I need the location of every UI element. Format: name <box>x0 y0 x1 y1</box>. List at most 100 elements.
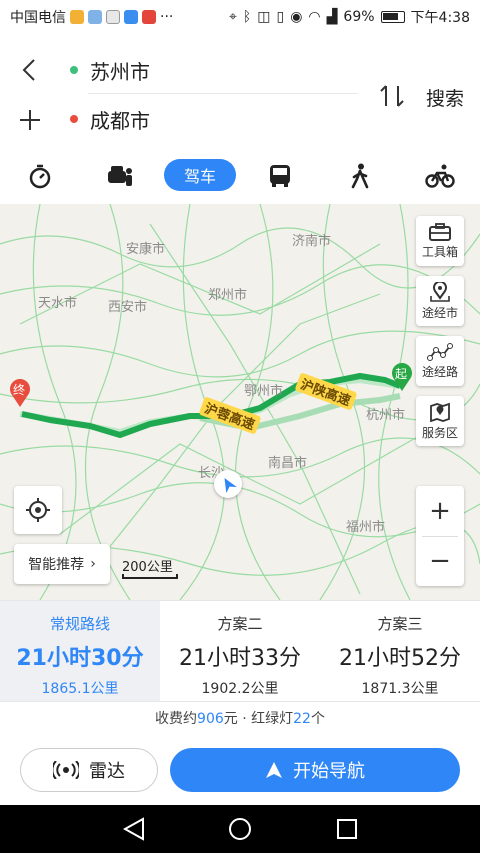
traffic-light-count: 22 <box>293 711 311 727</box>
search-button[interactable]: 搜索 <box>426 84 464 111</box>
service-area-button[interactable]: 服务区 <box>416 396 464 446</box>
bluetooth-icon: ᛒ <box>242 9 252 25</box>
battery-icon <box>380 11 405 23</box>
start-navigation-button[interactable]: 开始导航 <box>170 748 460 792</box>
city-label: 西安市 <box>108 300 148 315</box>
notification-icon <box>142 10 156 24</box>
mode-recommend[interactable] <box>20 160 60 192</box>
city-label: 济南市 <box>292 234 332 249</box>
route-option-1[interactable]: 常规路线 21小时30分 1865.1公里 <box>0 601 160 701</box>
via-road-label: 途经路 <box>421 364 458 379</box>
back-icon[interactable] <box>122 817 144 841</box>
system-navigation-bar <box>0 805 480 853</box>
status-bar: 中国电信 ··· ⌖ ᛒ ◫ ▯ ◉ ◠ ▟ 69% 下午4:38 <box>0 0 480 34</box>
smart-recommend-button[interactable]: 智能推荐 › <box>14 544 110 584</box>
route-option-3[interactable]: 方案三 21小时52分 1871.3公里 <box>320 601 480 701</box>
zoom-out-button[interactable]: − <box>416 536 464 586</box>
city-label: 鄂州市 <box>244 384 284 399</box>
scale-bar <box>122 574 178 579</box>
nfc-icon: ◫ <box>257 9 271 25</box>
city-label: 南昌市 <box>268 456 308 471</box>
eye-icon: ◉ <box>290 9 303 25</box>
stopwatch-icon <box>29 164 51 189</box>
city-label: 杭州市 <box>366 408 406 423</box>
destination-text: 成都市 <box>90 108 150 133</box>
route-distance: 1871.3公里 <box>361 681 439 697</box>
via-road-button[interactable]: 途经路 <box>416 336 464 386</box>
swap-icon <box>380 85 404 107</box>
chevron-right-icon: › <box>90 556 96 572</box>
scale-label: 200公里 <box>122 560 173 575</box>
chevron-left-icon <box>22 59 35 81</box>
destination-dot-icon <box>70 115 78 123</box>
back-button[interactable] <box>18 56 42 84</box>
start-marker-label: 起 <box>395 367 408 381</box>
more-icon: ··· <box>160 9 174 25</box>
clock: 下午4:38 <box>410 10 470 26</box>
via-city-label: 途经市 <box>421 305 458 320</box>
current-location-icon <box>214 470 242 498</box>
home-icon[interactable] <box>229 818 251 840</box>
origin-dot-icon <box>70 66 78 74</box>
signal-icon: ▟ <box>326 9 338 25</box>
notification-icon <box>88 10 102 24</box>
radar-button[interactable]: 雷达 <box>20 748 158 792</box>
mode-walk[interactable] <box>340 160 380 192</box>
radar-icon <box>53 761 79 779</box>
map-pin-icon <box>430 281 450 302</box>
mode-drive[interactable]: 驾车 <box>164 159 236 191</box>
toll-info: 收费约906元 · 红绿灯22个 <box>0 708 480 728</box>
mode-bus[interactable] <box>260 160 300 192</box>
bus-icon <box>270 165 290 187</box>
route-option-2[interactable]: 方案二 21小时33分 1902.2公里 <box>160 601 320 701</box>
toolbox-icon <box>429 222 451 241</box>
map-icon <box>430 402 450 422</box>
wifi-icon: ◠ <box>308 9 321 25</box>
city-label: 郑州市 <box>208 288 248 303</box>
route-time: 21小时30分 <box>16 646 144 671</box>
start-marker[interactable]: 起 <box>390 362 414 392</box>
locate-icon <box>26 498 50 522</box>
route-nodes-icon <box>427 342 453 361</box>
walk-icon <box>351 163 369 189</box>
locate-button[interactable] <box>14 486 62 534</box>
smart-recommend-label: 智能推荐 <box>28 557 85 573</box>
notification-icon <box>70 10 84 24</box>
zoom-control: + − <box>416 486 464 586</box>
route-name: 常规路线 <box>49 615 110 633</box>
toolbox-button[interactable]: 工具箱 <box>416 216 464 266</box>
divider <box>88 93 358 94</box>
navigation-arrow-icon <box>266 762 282 778</box>
plus-icon <box>20 110 40 130</box>
fee-amount: 906 <box>197 711 224 727</box>
divider <box>422 536 458 537</box>
toolbox-label: 工具箱 <box>421 244 458 259</box>
fee-suffix: 个 <box>310 711 325 727</box>
city-label: 天水市 <box>38 296 78 311</box>
end-marker-label: 终 <box>13 383 26 397</box>
taxi-icon <box>108 166 132 186</box>
origin-field[interactable]: 苏州市 <box>70 52 150 88</box>
map-canvas <box>0 204 480 600</box>
swap-button[interactable] <box>378 82 406 110</box>
location-icon: ⌖ <box>228 9 237 25</box>
route-search-panel: 苏州市 成都市 搜索 <box>0 34 480 150</box>
notification-icon <box>124 10 138 24</box>
city-label: 福州市 <box>346 520 386 535</box>
recents-icon[interactable] <box>337 819 357 839</box>
mode-bike[interactable] <box>420 160 460 192</box>
start-navigation-label: 开始导航 <box>293 761 365 782</box>
via-city-button[interactable]: 途经市 <box>416 276 464 326</box>
fee-prefix: 收费约 <box>155 711 198 727</box>
battery-percent: 69% <box>343 9 375 25</box>
mode-taxi[interactable] <box>100 160 140 192</box>
destination-field[interactable]: 成都市 <box>70 101 150 137</box>
route-name: 方案三 <box>377 615 423 633</box>
bike-icon <box>425 164 455 188</box>
route-distance: 1902.2公里 <box>201 681 279 697</box>
carrier-label: 中国电信 <box>10 10 66 26</box>
zoom-in-button[interactable]: + <box>416 486 464 536</box>
end-marker[interactable]: 终 <box>8 378 32 408</box>
add-waypoint-button[interactable] <box>18 106 42 134</box>
map-view[interactable]: 郑州市 济南市 西安市 南昌市 杭州市 福州市 长沙 天水市 安康市 鄂州市 沪… <box>0 204 480 600</box>
